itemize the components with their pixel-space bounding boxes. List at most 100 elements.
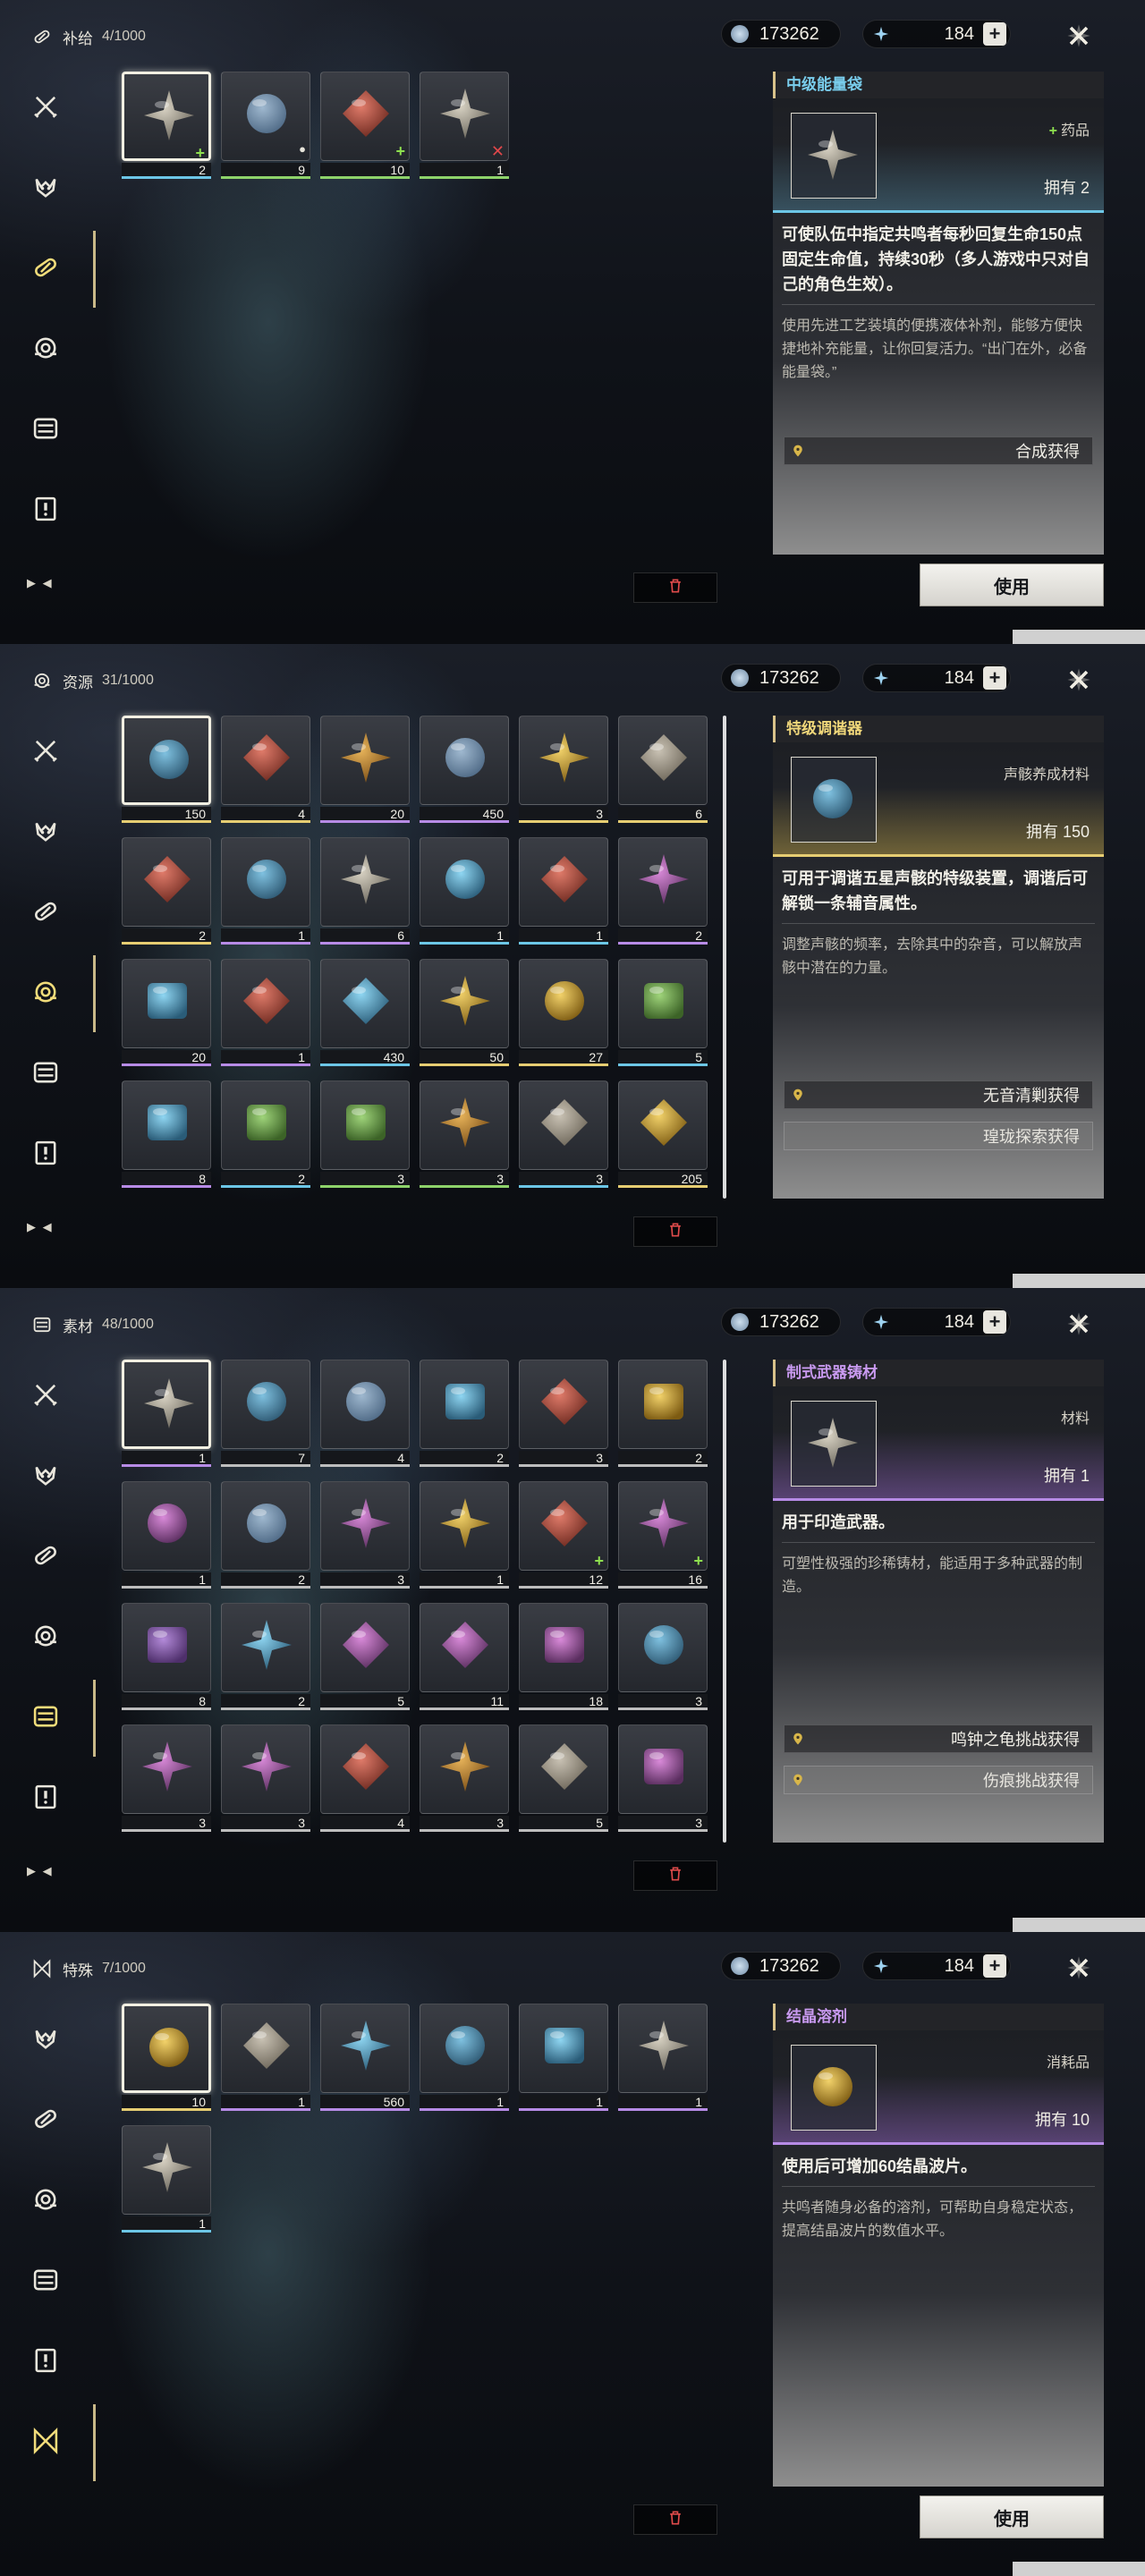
close-icon[interactable] xyxy=(1061,1306,1097,1342)
item-slot[interactable]: +2 xyxy=(122,72,211,179)
grid-scrollbar[interactable] xyxy=(723,716,726,1199)
sidebar-tab-special[interactable] xyxy=(23,2404,96,2481)
sidebar-tab-supply[interactable] xyxy=(23,891,68,936)
item-slot[interactable]: 1 xyxy=(420,837,509,945)
item-slot[interactable]: 3 xyxy=(420,1724,509,1832)
sidebar-tab-quest[interactable] xyxy=(23,1776,68,1821)
acquire-source-button[interactable]: 瑝珑探索获得 xyxy=(784,1122,1093,1150)
add-astrite-button[interactable]: + xyxy=(983,666,1006,690)
item-slot[interactable]: 7 xyxy=(221,1360,310,1467)
sidebar-tab-resource[interactable] xyxy=(23,327,68,372)
item-slot[interactable]: 2 xyxy=(618,837,708,945)
item-slot[interactable]: 3 xyxy=(320,1481,410,1589)
item-slot[interactable]: 4 xyxy=(320,1724,410,1832)
item-slot[interactable]: 2 xyxy=(221,1481,310,1589)
item-slot[interactable]: 3 xyxy=(519,1080,608,1188)
item-slot[interactable]: 2 xyxy=(420,1360,509,1467)
discard-button[interactable] xyxy=(633,572,717,603)
item-slot[interactable]: 3 xyxy=(122,1724,211,1832)
discard-button[interactable] xyxy=(633,1216,717,1247)
item-slot[interactable]: 20 xyxy=(320,716,410,823)
sidebar-tab-resource[interactable] xyxy=(23,2179,68,2224)
item-slot[interactable]: 1 xyxy=(420,2004,509,2111)
item-slot[interactable]: 2 xyxy=(618,1360,708,1467)
item-slot[interactable]: 3 xyxy=(420,1080,509,1188)
item-slot[interactable]: 8 xyxy=(122,1080,211,1188)
close-icon[interactable] xyxy=(1061,18,1097,54)
sidebar-tab-supply[interactable] xyxy=(23,1535,68,1580)
acquire-source-button[interactable]: 合成获得 xyxy=(784,436,1093,465)
item-slot[interactable]: +16 xyxy=(618,1481,708,1589)
sidebar-tab-echo[interactable] xyxy=(23,2018,68,2063)
acquire-source-button[interactable]: 伤痕挑战获得 xyxy=(784,1766,1093,1794)
item-slot[interactable]: +12 xyxy=(519,1481,608,1589)
add-astrite-button[interactable]: + xyxy=(983,1954,1006,1978)
item-slot[interactable]: 1 xyxy=(221,837,310,945)
item-slot[interactable]: 1 xyxy=(122,2125,211,2233)
item-slot[interactable]: 2 xyxy=(221,1080,310,1188)
item-slot[interactable]: 5 xyxy=(618,959,708,1066)
item-slot[interactable]: +10 xyxy=(320,72,410,179)
sidebar-tab-supply[interactable] xyxy=(23,2098,68,2143)
item-slot[interactable]: 3 xyxy=(320,1080,410,1188)
item-slot[interactable]: 205 xyxy=(618,1080,708,1188)
sidebar-more-toggle[interactable]: ▶ ◀ xyxy=(27,1220,54,1234)
acquire-source-button[interactable]: 无音清剿获得 xyxy=(784,1080,1093,1109)
item-slot[interactable]: 4 xyxy=(221,716,310,823)
item-slot[interactable]: 3 xyxy=(618,1603,708,1710)
item-slot[interactable]: 430 xyxy=(320,959,410,1066)
sidebar-tab-echo[interactable] xyxy=(23,1454,68,1499)
sidebar-tab-material[interactable] xyxy=(23,2259,68,2304)
item-slot[interactable]: 1 xyxy=(122,1481,211,1589)
grid-scrollbar[interactable] xyxy=(723,1360,726,1843)
item-slot[interactable]: 560 xyxy=(320,2004,410,2111)
item-slot[interactable]: 4 xyxy=(320,1360,410,1467)
discard-button[interactable] xyxy=(633,2504,717,2535)
item-slot[interactable]: 3 xyxy=(618,1724,708,1832)
sidebar-tab-weapon[interactable] xyxy=(23,730,68,775)
sidebar-tab-material[interactable] xyxy=(23,1680,96,1757)
item-slot[interactable]: 1 xyxy=(122,1360,211,1467)
item-slot[interactable]: 10 xyxy=(122,2004,211,2111)
item-slot[interactable]: 2 xyxy=(221,1603,310,1710)
item-slot[interactable]: 2 xyxy=(122,837,211,945)
sidebar-tab-echo[interactable] xyxy=(23,166,68,211)
item-slot[interactable]: 5 xyxy=(320,1603,410,1710)
item-slot[interactable]: 50 xyxy=(420,959,509,1066)
item-slot[interactable]: 20 xyxy=(122,959,211,1066)
item-slot[interactable]: 1 xyxy=(221,959,310,1066)
item-slot[interactable]: ● 9 xyxy=(221,72,310,179)
add-astrite-button[interactable]: + xyxy=(983,22,1006,46)
item-slot[interactable]: 450 xyxy=(420,716,509,823)
item-slot[interactable]: 150 xyxy=(122,716,211,823)
item-slot[interactable]: 27 xyxy=(519,959,608,1066)
sidebar-tab-resource[interactable] xyxy=(23,955,96,1032)
close-icon[interactable] xyxy=(1061,662,1097,698)
sidebar-tab-resource[interactable] xyxy=(23,1615,68,1660)
sidebar-tab-supply[interactable] xyxy=(23,231,96,308)
item-slot[interactable]: ✕ 1 xyxy=(420,72,509,179)
item-slot[interactable]: 3 xyxy=(519,716,608,823)
item-slot[interactable]: 3 xyxy=(221,1724,310,1832)
item-slot[interactable]: 3 xyxy=(519,1360,608,1467)
item-slot[interactable]: 1 xyxy=(519,2004,608,2111)
sidebar-tab-quest[interactable] xyxy=(23,2340,68,2385)
sidebar-tab-weapon[interactable] xyxy=(23,86,68,131)
add-astrite-button[interactable]: + xyxy=(983,1310,1006,1334)
acquire-source-button[interactable]: 鸣钟之龟挑战获得 xyxy=(784,1724,1093,1753)
item-slot[interactable]: 11 xyxy=(420,1603,509,1710)
item-slot[interactable]: 1 xyxy=(420,1481,509,1589)
close-icon[interactable] xyxy=(1061,1950,1097,1986)
item-slot[interactable]: 5 xyxy=(519,1724,608,1832)
sidebar-tab-quest[interactable] xyxy=(23,1132,68,1177)
discard-button[interactable] xyxy=(633,1860,717,1891)
item-slot[interactable]: 6 xyxy=(618,716,708,823)
use-button[interactable]: 使用 xyxy=(920,2496,1104,2538)
sidebar-more-toggle[interactable]: ▶ ◀ xyxy=(27,576,54,590)
item-slot[interactable]: 1 xyxy=(221,2004,310,2111)
item-slot[interactable]: 8 xyxy=(122,1603,211,1710)
sidebar-tab-material[interactable] xyxy=(23,408,68,453)
sidebar-tab-weapon[interactable] xyxy=(23,1374,68,1419)
sidebar-tab-material[interactable] xyxy=(23,1052,68,1097)
item-slot[interactable]: 18 xyxy=(519,1603,608,1710)
